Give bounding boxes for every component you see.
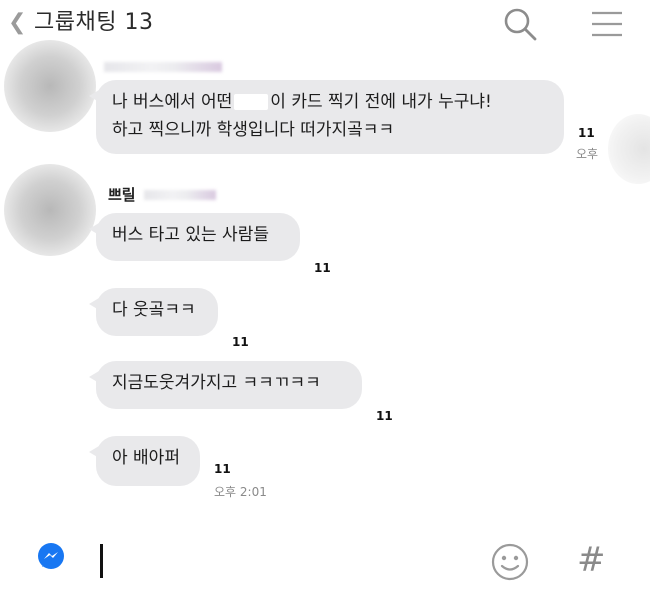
menu-icon[interactable]: [590, 9, 624, 39]
unread-count: 11: [232, 335, 249, 349]
messenger-icon[interactable]: [36, 542, 66, 572]
message-bubble[interactable]: 아 배아퍼: [89, 436, 200, 486]
avatar[interactable]: [4, 164, 96, 256]
search-icon[interactable]: [500, 6, 540, 42]
sender-name-blurred: [104, 62, 222, 72]
back-icon[interactable]: ❮: [8, 10, 26, 36]
chat-header: ❮ 그룹채팅 13: [0, 0, 650, 48]
sender-name: 쁘릴: [108, 186, 136, 204]
chat-title: 그룹채팅 13: [34, 10, 154, 35]
message-text: 하고 찍으니까 학생입니다 떠가지곸ㅋㅋ: [112, 120, 395, 140]
message-bubble[interactable]: 나 버스에서 어떤 이 카드 찍기 전에 내가 누구냐! 하고 찍으니까 학생입니…: [89, 80, 564, 154]
hashtag-icon[interactable]: #: [577, 540, 606, 580]
message-text: 버스 타고 있는 사람들: [112, 225, 269, 245]
message-bubble[interactable]: 버스 타고 있는 사람들: [89, 213, 300, 261]
message-text: 지금도웃겨가지고 ㅋㅋㄲㅋㅋ: [112, 373, 321, 393]
unread-count: 11: [376, 409, 393, 423]
emoji-icon[interactable]: [490, 542, 530, 582]
sender-name-blurred: [144, 190, 216, 200]
message-time: 오후 2:01: [214, 485, 267, 499]
unread-count: 11: [314, 261, 331, 275]
avatar[interactable]: [4, 40, 96, 132]
message-bubble[interactable]: 지금도웃겨가지고 ㅋㅋㄲㅋㅋ: [89, 361, 362, 409]
message-bubble[interactable]: 다 웃곸ㅋㅋ: [89, 288, 218, 336]
text-input-cursor[interactable]: [100, 544, 103, 578]
redacted-text: [234, 94, 269, 110]
avatar: [608, 114, 650, 184]
unread-count: 11: [214, 462, 231, 476]
input-bar: #: [0, 528, 650, 603]
message-text: 다 웃곸ㅋㅋ: [112, 300, 196, 320]
message-text: 나 버스에서 어떤: [112, 92, 233, 112]
message-text: 이 카드 찍기 전에 내가 누구냐!: [270, 92, 492, 112]
unread-count: 11: [578, 126, 595, 140]
message-text: 아 배아퍼: [112, 448, 180, 468]
message-time: 오후: [576, 147, 599, 161]
